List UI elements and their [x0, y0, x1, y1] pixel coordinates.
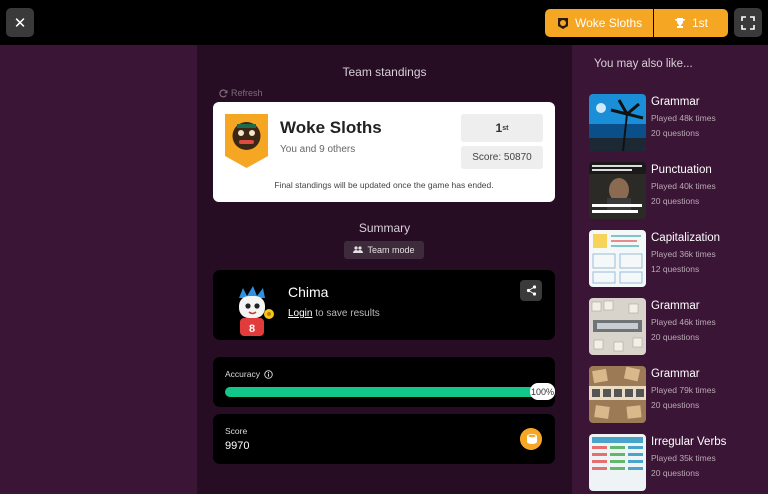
score-label: Score: [225, 426, 248, 436]
team-badge-icon: [225, 114, 268, 168]
panel-gutter: [572, 45, 584, 494]
team-pill[interactable]: Woke Sloths: [545, 9, 653, 37]
login-suffix: to save results: [312, 308, 380, 319]
login-link[interactable]: Login: [288, 308, 312, 319]
trophy-icon: [674, 18, 685, 28]
close-button[interactable]: ✕: [6, 8, 34, 37]
team-name: Woke Sloths: [280, 118, 382, 137]
left-panel: [0, 45, 197, 494]
recommendation-title: Irregular Verbs: [651, 436, 727, 448]
share-button[interactable]: [520, 280, 542, 301]
final-standings-note: Final standings will be updated once the…: [274, 180, 494, 190]
recommendation-plays: Played 46k times: [651, 317, 716, 327]
recommendation-plays: Played 40k times: [651, 181, 716, 191]
recommendation-title: Grammar: [651, 368, 700, 380]
team-badge-icon: [558, 17, 568, 29]
share-icon: [526, 285, 536, 296]
thumbnail-meme-dark: [589, 162, 646, 219]
recommendation-item[interactable]: Grammar Played 48k times 20 questions: [589, 94, 764, 151]
recommendation-title: Grammar: [651, 300, 700, 312]
accuracy-label: Accuracy: [225, 369, 260, 379]
standings-card: Woke Sloths You and 9 others 1st Score: …: [213, 102, 555, 202]
player-card: 8 Chima Login to save results: [213, 270, 555, 340]
recommendation-plays: Played 48k times: [651, 113, 716, 123]
rank-pill[interactable]: 1st: [654, 9, 728, 37]
fullscreen-button[interactable]: [734, 8, 762, 37]
accuracy-card: Accuracy 100%: [213, 357, 555, 407]
team-mode-label: Team mode: [367, 245, 415, 255]
recommendation-item[interactable]: Irregular Verbs Played 35k times 20 ques…: [589, 434, 764, 491]
rank-suffix: st: [502, 124, 509, 132]
accuracy-bar-fill: [225, 387, 543, 397]
recommendation-plays: Played 36k times: [651, 249, 716, 259]
login-row: Login to save results: [288, 308, 380, 319]
team-pill-name: Woke Sloths: [575, 16, 643, 30]
info-icon[interactable]: [264, 369, 273, 379]
recommendation-questions: 20 questions: [651, 468, 700, 478]
recommendation-title: Punctuation: [651, 164, 712, 176]
thumbnail-wood-tiles: [589, 366, 646, 423]
score-card: Score 9970: [213, 414, 555, 464]
player-name: Chima: [288, 284, 329, 300]
team-standings-title: Team standings: [342, 65, 427, 79]
recommendation-questions: 12 questions: [651, 264, 700, 274]
thumbnail-verb-chart: [589, 434, 646, 491]
thumbnail-palm-beach: [589, 94, 646, 151]
fullscreen-icon: [741, 15, 755, 30]
summary-title: Summary: [358, 221, 411, 235]
recommendation-item[interactable]: Grammar Played 46k times 20 questions: [589, 298, 764, 355]
rank-box: 1st: [461, 114, 543, 142]
thumbnail-letter-tiles: [589, 298, 646, 355]
team-score: Score: 50870: [461, 146, 543, 169]
recommendation-item[interactable]: Capitalization Played 36k times 12 quest…: [589, 230, 764, 287]
score-value: 9970: [225, 440, 250, 452]
recommendations-header: You may also like...: [594, 58, 693, 70]
refresh-button[interactable]: Refresh: [219, 88, 263, 98]
close-icon: ✕: [13, 14, 27, 32]
recommendation-questions: 20 questions: [651, 332, 700, 342]
rank-number: 1: [495, 121, 503, 135]
recommendation-plays: Played 79k times: [651, 385, 716, 395]
coin-icon: [520, 428, 542, 450]
recommendation-questions: 20 questions: [651, 400, 700, 410]
recommendation-plays: Played 35k times: [651, 453, 716, 463]
svg-text:8: 8: [249, 323, 255, 335]
recommendation-item[interactable]: Punctuation Played 40k times 20 question…: [589, 162, 764, 219]
recommendation-questions: 20 questions: [651, 196, 700, 206]
recommendation-title: Capitalization: [651, 232, 721, 244]
team-icon: [353, 246, 364, 253]
rank-pill-label: 1st: [691, 16, 708, 30]
accuracy-percent: 100%: [530, 383, 555, 400]
recommendation-title: Grammar: [651, 96, 700, 108]
thumbnail-worksheet: [589, 230, 646, 287]
team-members: You and 9 others: [280, 144, 356, 155]
team-mode-badge: Team mode: [344, 241, 424, 259]
top-bar: ✕ Woke Sloths 1st: [0, 0, 768, 45]
refresh-label: Refresh: [231, 88, 263, 98]
recommendation-item[interactable]: Grammar Played 79k times 20 questions: [589, 366, 764, 423]
refresh-icon: [219, 88, 228, 97]
accuracy-label-row: Accuracy: [225, 369, 273, 379]
player-avatar: 8: [239, 286, 274, 336]
recommendation-questions: 20 questions: [651, 128, 700, 138]
accuracy-bar: [225, 387, 543, 397]
